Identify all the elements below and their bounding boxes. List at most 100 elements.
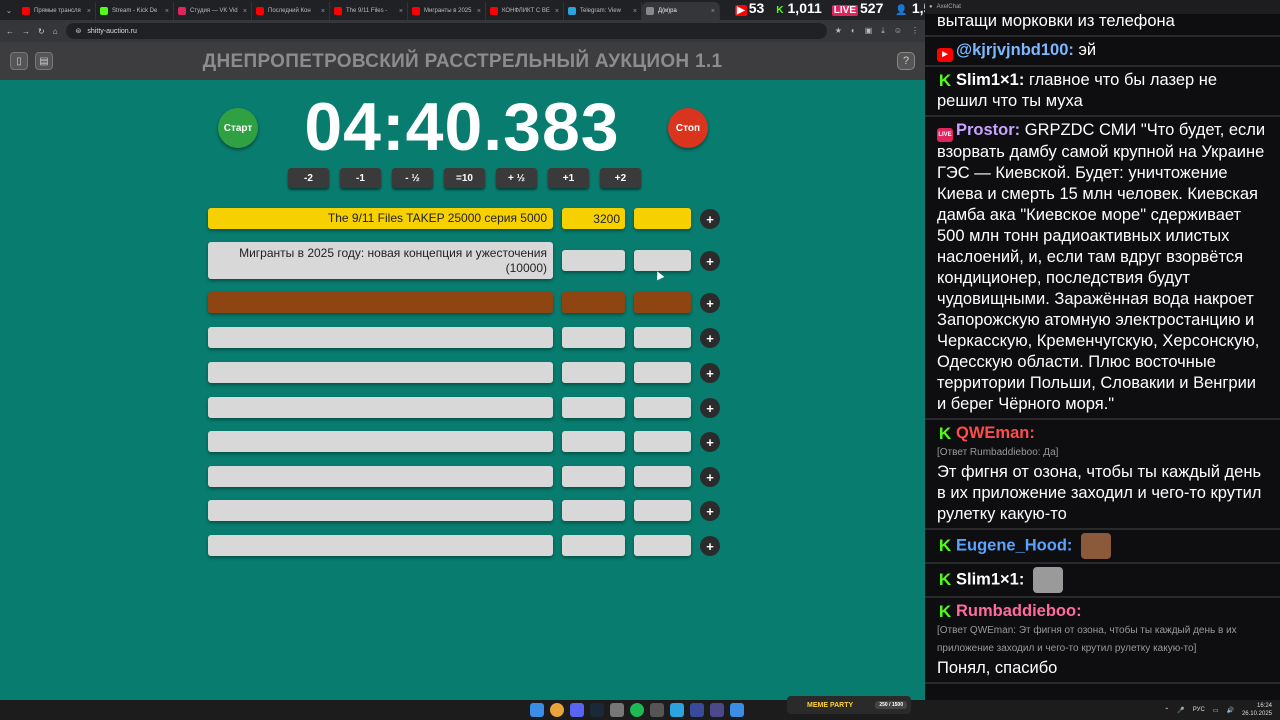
- app-icon[interactable]: [610, 703, 624, 717]
- media-icon[interactable]: [690, 703, 704, 717]
- add-to-lot-button[interactable]: +: [700, 398, 720, 418]
- lot-amount-input[interactable]: [562, 327, 625, 348]
- lot-extra-input[interactable]: [634, 208, 691, 229]
- stop-button[interactable]: Стоп: [668, 108, 708, 148]
- lot-extra-input[interactable]: [634, 535, 691, 556]
- lot-name-input[interactable]: [208, 535, 553, 556]
- lot-extra-input[interactable]: [634, 397, 691, 418]
- reload-icon[interactable]: ↻: [38, 27, 45, 36]
- lot-name-input[interactable]: [208, 500, 553, 521]
- chat-username[interactable]: @kjrjvjnbd100:: [956, 41, 1074, 59]
- tab-close-icon[interactable]: ×: [477, 8, 481, 15]
- lot-amount-input[interactable]: [562, 466, 625, 487]
- lot-extra-input[interactable]: [634, 466, 691, 487]
- lot-extra-input[interactable]: [634, 431, 691, 452]
- browser-tab[interactable]: Последний Кон ×: [252, 2, 330, 20]
- lot-amount-input[interactable]: [562, 292, 625, 313]
- home-icon[interactable]: ⌂: [53, 27, 58, 36]
- lot-amount-input[interactable]: [562, 500, 625, 521]
- lot-name-input[interactable]: [208, 397, 553, 418]
- chat-username[interactable]: Eugene_Hood:: [956, 536, 1072, 554]
- browser-tab[interactable]: Д(м)ра ×: [642, 2, 720, 20]
- tab-menu-icon[interactable]: ⌄: [0, 6, 18, 15]
- back-icon[interactable]: ←: [6, 27, 14, 36]
- network-icon[interactable]: ▭: [1213, 707, 1219, 714]
- meme-party-widget[interactable]: MEME PARTY 250 / 1500: [787, 696, 911, 714]
- start-menu-icon[interactable]: [530, 703, 544, 717]
- time-adjust-button[interactable]: =10: [444, 168, 485, 188]
- lot-amount-input[interactable]: [562, 250, 625, 271]
- discord-icon[interactable]: [570, 703, 584, 717]
- mic-icon[interactable]: 🎤: [1177, 707, 1184, 714]
- lot-extra-input[interactable]: [634, 327, 691, 348]
- start-button[interactable]: Старт: [218, 108, 258, 148]
- browser-tab[interactable]: The 9/11 Files - ×: [330, 2, 408, 20]
- chat-username[interactable]: Slim1×1:: [956, 71, 1024, 89]
- lot-name-input[interactable]: [208, 466, 553, 487]
- tab-close-icon[interactable]: ×: [711, 8, 715, 15]
- add-to-lot-button[interactable]: +: [700, 209, 720, 229]
- add-to-lot-button[interactable]: +: [700, 293, 720, 313]
- lot-amount-input[interactable]: 3200: [562, 208, 625, 229]
- telegram-icon[interactable]: [670, 703, 684, 717]
- download-icon[interactable]: ⤓: [881, 26, 885, 36]
- help-button[interactable]: ?: [897, 52, 915, 70]
- menu-dots-icon[interactable]: ⋮: [911, 26, 919, 36]
- chat-username[interactable]: Rumbaddieboo:: [956, 602, 1082, 620]
- lot-name-input[interactable]: The 9/11 Files TAKEP 25000 серия 5000: [208, 208, 553, 229]
- tab-close-icon[interactable]: ×: [399, 8, 403, 15]
- tray-chevron-icon[interactable]: ⌃: [1164, 707, 1169, 714]
- tab-close-icon[interactable]: ×: [87, 8, 91, 15]
- time-adjust-button[interactable]: -2: [288, 168, 329, 188]
- lot-name-input[interactable]: [208, 431, 553, 452]
- add-to-lot-button[interactable]: +: [700, 467, 720, 487]
- lot-amount-input[interactable]: [562, 431, 625, 452]
- bookmark-star-icon[interactable]: ★: [835, 26, 842, 36]
- lot-name-input[interactable]: [208, 362, 553, 383]
- language-indicator[interactable]: РУС: [1193, 707, 1205, 713]
- extension-icon[interactable]: ◐: [851, 26, 856, 36]
- chat-username[interactable]: Prostor:: [956, 121, 1020, 139]
- browser-tab[interactable]: КОНФЛИКТ С ВЕ ×: [486, 2, 564, 20]
- tab-close-icon[interactable]: ×: [243, 8, 247, 15]
- lot-extra-input[interactable]: [634, 250, 691, 271]
- time-adjust-button[interactable]: +2: [600, 168, 641, 188]
- axelchat-icon[interactable]: [730, 703, 744, 717]
- browser-tab[interactable]: Прямые трансля ×: [18, 2, 96, 20]
- lot-amount-input[interactable]: [562, 535, 625, 556]
- add-to-lot-button[interactable]: +: [700, 251, 720, 271]
- volume-icon[interactable]: 🔊: [1226, 707, 1233, 714]
- browser-tab[interactable]: Мигранты в 2025 ×: [408, 2, 486, 20]
- profile-icon[interactable]: ☺: [894, 26, 902, 36]
- lot-name-input[interactable]: Мигранты в 2025 году: новая концепция и …: [208, 242, 553, 279]
- steam-icon[interactable]: [590, 703, 604, 717]
- time-adjust-button[interactable]: - ½: [392, 168, 433, 188]
- tab-close-icon[interactable]: ×: [633, 8, 637, 15]
- lot-name-input[interactable]: [208, 292, 553, 313]
- obs-icon[interactable]: [650, 703, 664, 717]
- lot-extra-input[interactable]: [634, 362, 691, 383]
- chat-username[interactable]: QWEman:: [956, 424, 1035, 442]
- browser-tab[interactable]: Telegram: View ×: [564, 2, 642, 20]
- tab-close-icon[interactable]: ×: [555, 8, 559, 15]
- time-adjust-button[interactable]: + ½: [496, 168, 537, 188]
- add-to-lot-button[interactable]: +: [700, 501, 720, 521]
- browser-icon[interactable]: [710, 703, 724, 717]
- lot-amount-input[interactable]: [562, 397, 625, 418]
- add-to-lot-button[interactable]: +: [700, 328, 720, 348]
- time-adjust-button[interactable]: -1: [340, 168, 381, 188]
- add-to-lot-button[interactable]: +: [700, 432, 720, 452]
- add-to-lot-button[interactable]: +: [700, 363, 720, 383]
- lot-extra-input[interactable]: [634, 500, 691, 521]
- chrome-icon[interactable]: [550, 703, 564, 717]
- add-to-lot-button[interactable]: +: [700, 536, 720, 556]
- tab-close-icon[interactable]: ×: [165, 8, 169, 15]
- lot-amount-input[interactable]: [562, 362, 625, 383]
- time-adjust-button[interactable]: +1: [548, 168, 589, 188]
- lot-extra-input[interactable]: [634, 292, 691, 313]
- lot-name-input[interactable]: [208, 327, 553, 348]
- forward-icon[interactable]: →: [22, 27, 30, 36]
- chat-username[interactable]: Slim1×1:: [956, 570, 1024, 588]
- site-info-icon[interactable]: ⊜: [76, 27, 82, 35]
- browser-tab[interactable]: Stream - Kick De ×: [96, 2, 174, 20]
